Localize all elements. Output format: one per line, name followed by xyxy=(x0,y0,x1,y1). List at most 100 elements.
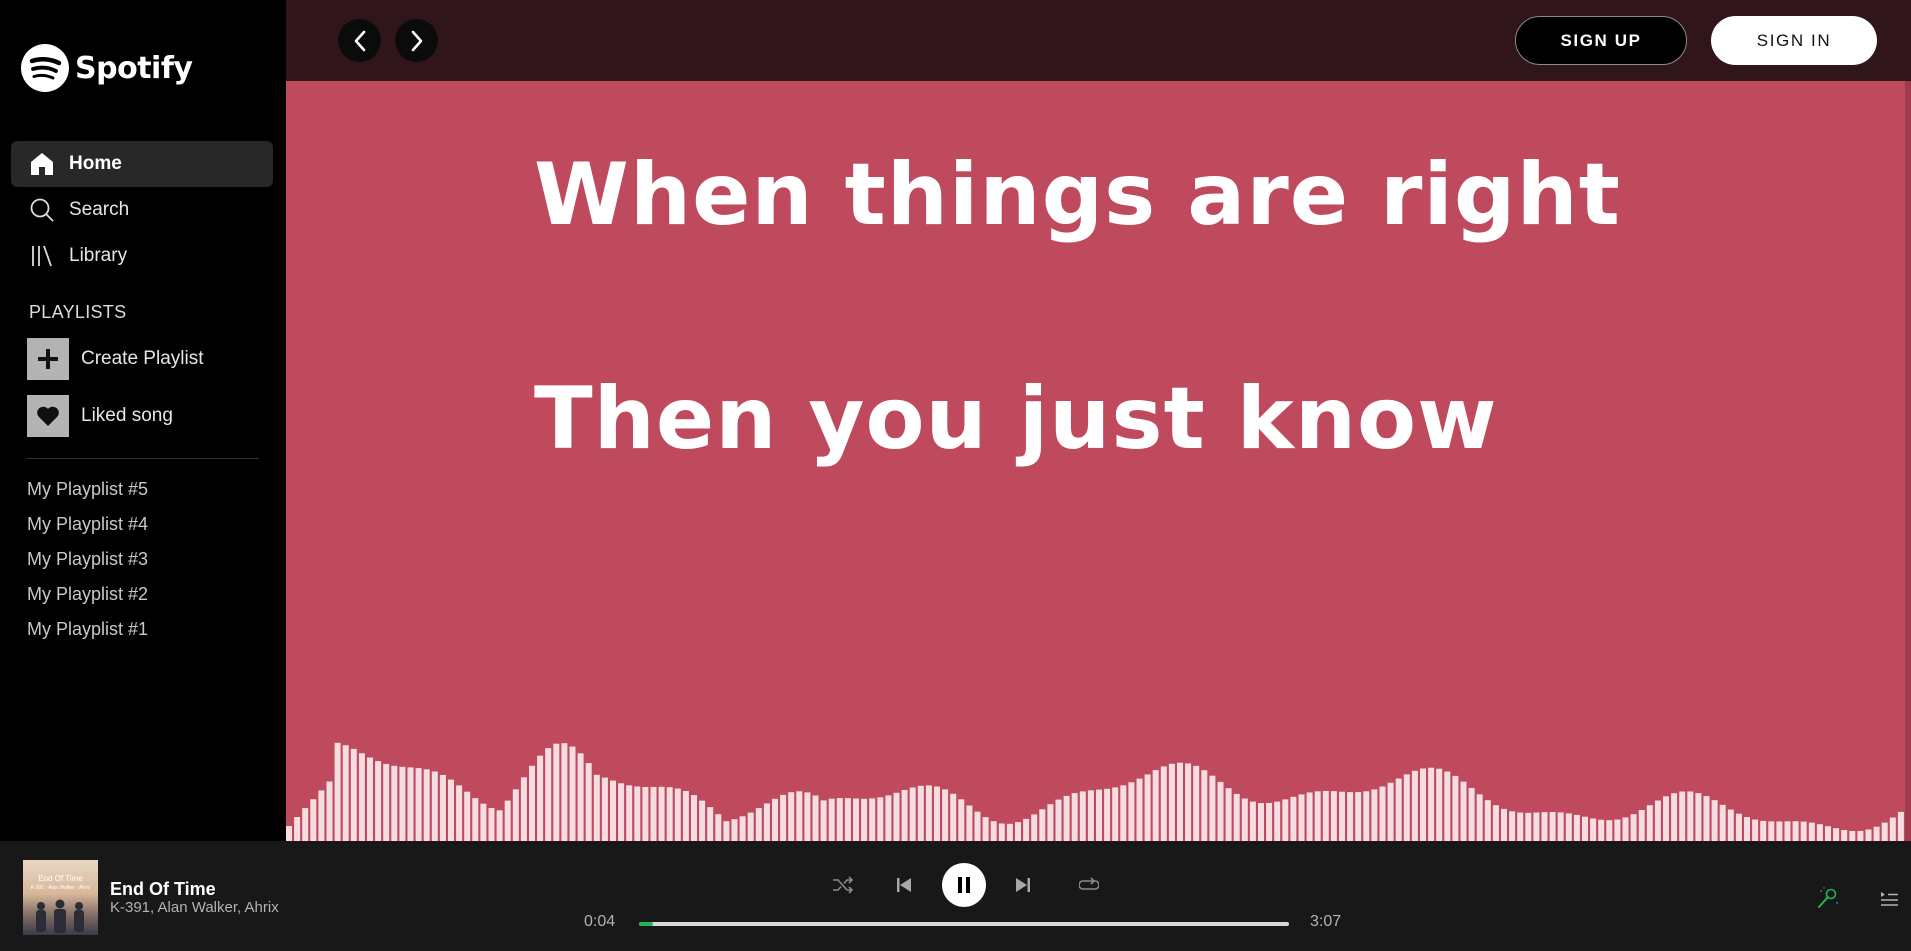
scrollbar[interactable] xyxy=(1905,81,1911,841)
visualizer-bar xyxy=(1671,793,1678,841)
visualizer-bar xyxy=(1379,786,1386,841)
chevron-left-icon xyxy=(354,30,365,51)
visualizer-bar xyxy=(1063,795,1070,841)
visualizer-bar xyxy=(893,792,900,841)
visualizer-bar xyxy=(1889,817,1896,841)
visualizer-bar xyxy=(1565,813,1572,841)
spotify-logo[interactable]: Spotify xyxy=(21,44,193,92)
pause-button[interactable] xyxy=(942,863,986,907)
visualizer-bar xyxy=(1428,767,1435,841)
visualizer-bar xyxy=(1201,770,1208,841)
repeat-button[interactable] xyxy=(1076,874,1102,896)
forward-button[interactable] xyxy=(395,19,438,62)
visualizer-bar xyxy=(464,791,471,841)
nav-search[interactable]: Search xyxy=(11,187,273,233)
visualizer-bar xyxy=(1306,792,1313,841)
playlist-item[interactable]: My Playplist #5 xyxy=(27,479,148,500)
liked-songs-button[interactable]: Liked song xyxy=(27,395,173,437)
visualizer-bar xyxy=(367,757,373,841)
visualizer-bar xyxy=(1776,821,1783,841)
chevron-right-icon xyxy=(411,30,422,51)
visualizer-bar xyxy=(691,795,697,841)
top-bar: SIGN UP SIGN IN xyxy=(286,0,1911,81)
playlist-item[interactable]: My Playplist #4 xyxy=(27,514,148,535)
visualizer-bar xyxy=(1654,800,1661,841)
album-cover[interactable]: End Of Time K-391 · Alan Walker · Ahrix xyxy=(23,860,98,935)
visualizer-bar xyxy=(1622,817,1629,841)
visualizer-bar xyxy=(593,774,600,841)
previous-button[interactable] xyxy=(891,873,917,897)
visualizer-bar xyxy=(529,765,535,841)
nav-library-label: Library xyxy=(69,245,128,266)
visualizer-bar xyxy=(1177,762,1183,841)
visualizer-bar xyxy=(415,768,422,841)
visualizer-bar xyxy=(1241,798,1248,841)
visualizer-bar xyxy=(796,791,803,841)
skip-back-icon xyxy=(897,878,911,892)
visualizer-bar xyxy=(942,789,949,841)
visualizer-bar xyxy=(1128,782,1135,841)
nav-home[interactable]: Home xyxy=(11,141,273,187)
playlist-item[interactable]: My Playplist #3 xyxy=(27,549,148,570)
visualizer-bar xyxy=(391,765,398,841)
visualizer-bar xyxy=(1160,766,1167,841)
visualizer-bar xyxy=(731,819,738,841)
visualizer-bar xyxy=(763,803,770,841)
nav-library[interactable]: Library xyxy=(11,233,273,279)
visualizer-bar xyxy=(1849,831,1856,841)
sign-up-button[interactable]: SIGN UP xyxy=(1515,16,1687,65)
shuffle-button[interactable] xyxy=(830,874,856,896)
shuffle-icon xyxy=(833,876,854,894)
visualizer-bar xyxy=(1152,770,1159,841)
visualizer-bar xyxy=(699,800,706,841)
total-time: 3:07 xyxy=(1310,913,1342,930)
visualizer-bar xyxy=(666,787,673,841)
sidebar: Spotify Home Search Library PLAYLISTS Cr… xyxy=(0,0,286,841)
visualizer-bar xyxy=(1347,792,1354,841)
create-playlist-label: Create Playlist xyxy=(81,348,204,369)
playlist-item[interactable]: My Playplist #2 xyxy=(27,584,148,605)
plus-icon xyxy=(27,338,69,380)
visualizer-bar xyxy=(650,786,657,841)
visualizer-bar xyxy=(577,753,584,841)
create-playlist-button[interactable]: Create Playlist xyxy=(27,338,204,380)
visualizer-bar xyxy=(1841,830,1848,841)
next-button[interactable] xyxy=(1010,873,1036,897)
visualizer-bar xyxy=(488,808,495,841)
back-button[interactable] xyxy=(338,19,381,62)
visualizer-bar xyxy=(925,785,932,841)
visualizer-bar xyxy=(780,794,787,841)
visualizer-bar xyxy=(1112,787,1119,841)
visualizer-bar xyxy=(618,783,625,841)
visualizer-bar xyxy=(326,781,333,841)
track-artist[interactable]: K-391, Alan Walker, Ahrix xyxy=(110,899,279,916)
visualizer-bar xyxy=(1087,790,1094,841)
sign-in-button[interactable]: SIGN IN xyxy=(1711,16,1877,65)
visualizer-bar xyxy=(1015,822,1021,841)
visualizer-bar xyxy=(294,817,301,841)
skip-forward-icon xyxy=(1016,878,1030,892)
visualizer-bar xyxy=(1865,829,1872,841)
visualizer-bar xyxy=(1436,768,1443,841)
visualizer-bar xyxy=(383,763,390,841)
queue-button[interactable] xyxy=(1877,885,1901,911)
visualizer-bar xyxy=(1282,799,1289,841)
visualizer-bar xyxy=(496,810,503,841)
visualizer-bar xyxy=(1509,811,1516,841)
search-icon xyxy=(29,197,55,223)
visualizer-bar xyxy=(504,800,511,841)
visualizer-bar xyxy=(1630,814,1637,841)
visualizer-bar xyxy=(723,821,730,841)
visualizer-bar xyxy=(1031,814,1038,841)
track-title[interactable]: End Of Time xyxy=(110,879,216,900)
progress-bar[interactable] xyxy=(639,922,1289,926)
playlist-item[interactable]: My Playplist #1 xyxy=(27,619,148,640)
playlists-heading: PLAYLISTS xyxy=(29,302,127,322)
visualizer-bar xyxy=(1703,796,1710,841)
visualizer-bar xyxy=(739,816,746,841)
visualizer-bar xyxy=(1719,804,1726,841)
lyrics-button[interactable] xyxy=(1815,885,1841,911)
visualizer-bar xyxy=(512,789,519,841)
liked-songs-label: Liked song xyxy=(81,405,173,426)
visualizer-bar xyxy=(358,753,365,841)
